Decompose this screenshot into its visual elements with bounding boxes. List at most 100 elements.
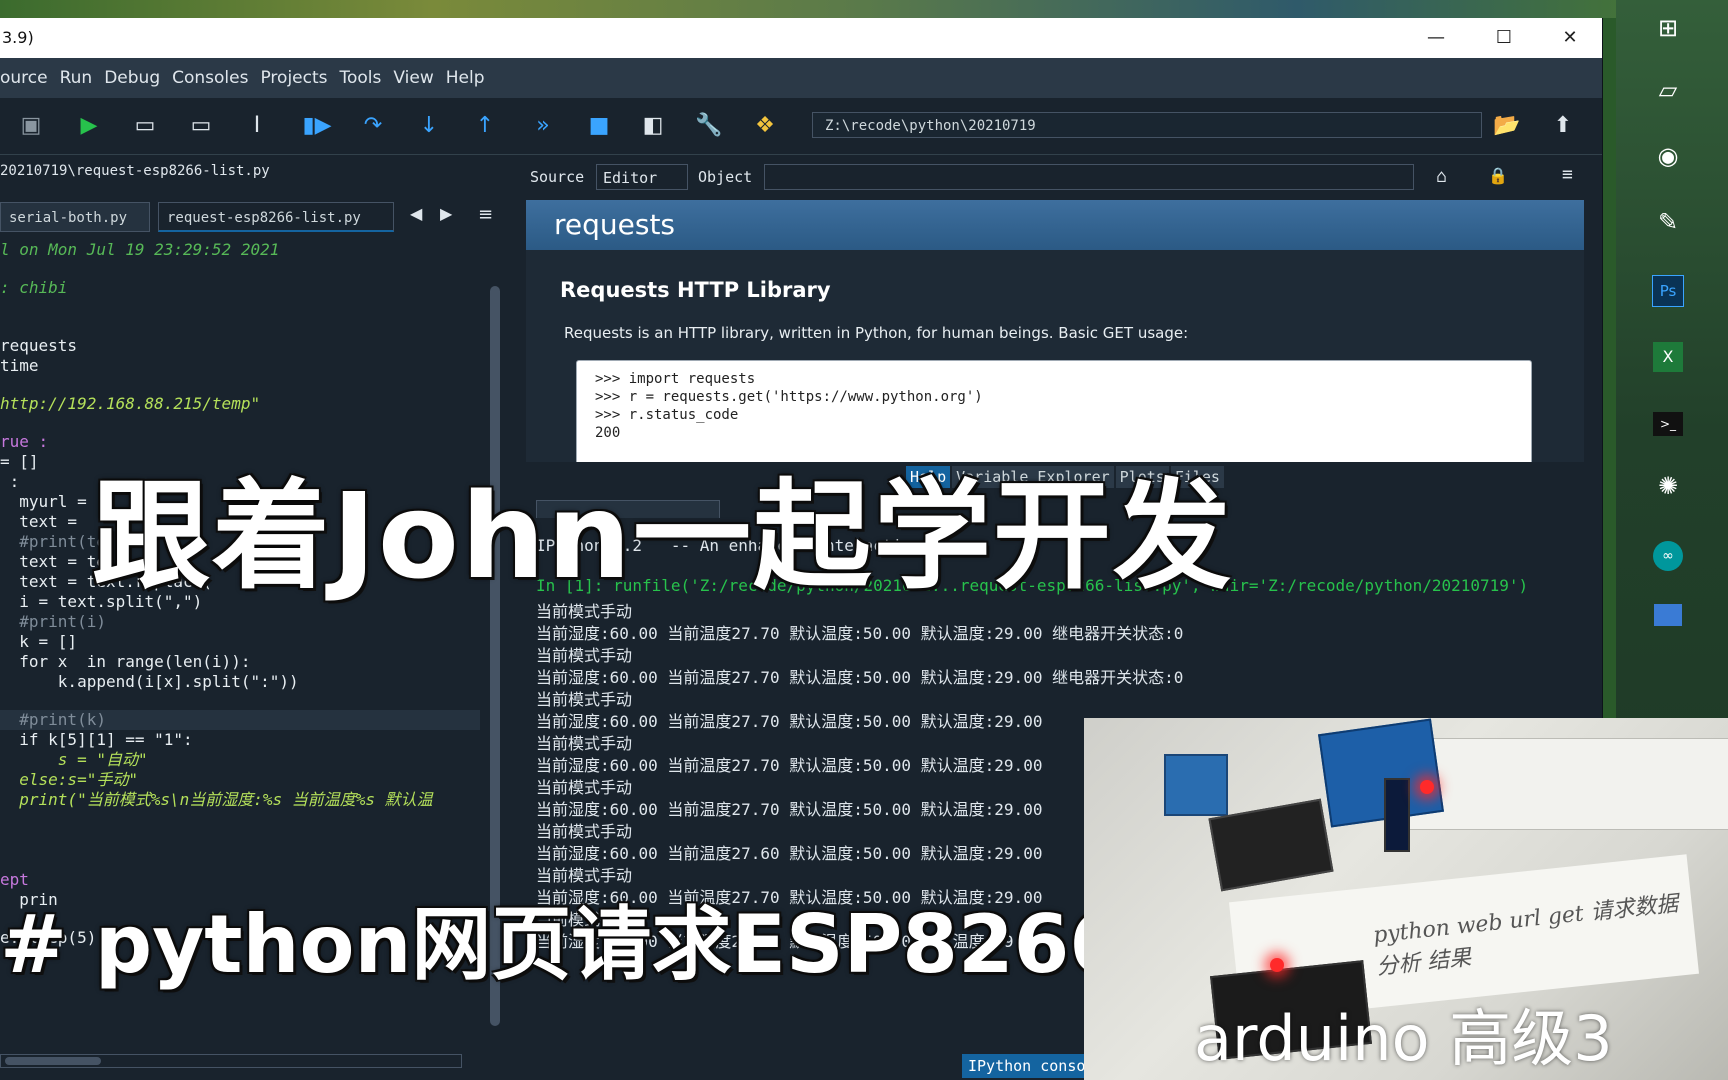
run-cell-advance-icon[interactable]: ▭ — [186, 112, 216, 140]
object-input[interactable] — [764, 164, 1414, 190]
code-line: requests — [0, 336, 78, 355]
console-output-line: 当前模式手动 — [536, 822, 633, 841]
code-line: http://192.168.88.215/temp" — [0, 394, 261, 413]
menu-bar: ource Run Debug Consoles Projects Tools View He… — [0, 58, 1602, 98]
options-menu-icon[interactable]: ≡ — [478, 204, 493, 225]
window-title: 3.9) — [2, 28, 34, 47]
working-directory-input[interactable]: Z:\recode\python\20210719 — [812, 112, 1482, 138]
maximize-button[interactable]: ☐ — [1484, 24, 1524, 52]
code-line: myurl = — [0, 492, 87, 511]
menu-tools[interactable]: Tools — [340, 68, 382, 88]
obs-icon[interactable]: ◉ — [1640, 134, 1696, 178]
help-source-bar: Source Editor Object ⌂ 🔒 ≡ — [522, 156, 1602, 198]
help-paragraph: Requests is an HTTP library, written in … — [564, 324, 1189, 342]
step-icon[interactable]: ↷ — [358, 112, 388, 140]
help-title: requests — [526, 200, 1584, 250]
red-led — [1420, 780, 1434, 794]
webcam-caption: arduino 高级3 — [1194, 1002, 1613, 1075]
arduino-icon[interactable]: ∞ — [1640, 530, 1696, 574]
console-output-line: 当前模式手动 — [536, 690, 633, 709]
lock-icon[interactable]: 🔒 — [1488, 166, 1508, 185]
step-return-icon[interactable]: ↑ — [470, 112, 500, 140]
menu-consoles[interactable]: Consoles — [172, 68, 248, 88]
debug-icon[interactable]: ▮▶ — [302, 112, 332, 140]
overlay-title: 跟着John一起学开发 — [92, 467, 1233, 605]
source-select[interactable]: Editor — [596, 164, 688, 190]
home-icon[interactable]: ⌂ — [1436, 166, 1447, 187]
code-line: : — [0, 472, 20, 491]
tab-scroll-right-icon[interactable]: ▶ — [440, 204, 452, 223]
options-menu-icon[interactable]: ≡ — [1562, 164, 1573, 185]
menu-debug[interactable]: Debug — [104, 68, 160, 88]
tab-serial-both[interactable]: serial-both.py × — [0, 202, 150, 256]
photoshop-icon[interactable]: Ps — [1640, 266, 1696, 310]
code-line: else:s="手动" — [0, 770, 138, 789]
code-line: l on Mon Jul 19 23:29:52 2021 — [0, 240, 280, 259]
stop-icon[interactable]: ■ — [584, 112, 614, 140]
scroll-thumb[interactable] — [5, 1057, 101, 1065]
help-code-line: >>> r.status_code — [595, 407, 739, 423]
editor-file-path: 20210719\request-esp8266-list.py — [0, 156, 514, 186]
python-path-icon[interactable]: ❖ — [750, 112, 780, 140]
settings-wrench-icon[interactable]: 🔧 — [694, 112, 724, 140]
tab-ipython-console[interactable]: IPython consol — [962, 1054, 1101, 1078]
open-folder-icon[interactable]: 📂 — [1492, 112, 1522, 140]
tablet-icon[interactable]: ▱ — [1640, 68, 1696, 112]
menu-help[interactable]: Help — [446, 68, 485, 88]
windows-icon[interactable]: ⊞ — [1640, 6, 1696, 50]
help-body: Requests HTTP Library Requests is an HTT… — [526, 250, 1584, 462]
menu-source[interactable]: ource — [0, 68, 48, 88]
code-line: k = [] — [0, 632, 78, 651]
app-icon[interactable] — [1640, 596, 1696, 640]
help-code-line: >>> r = requests.get('https://www.python… — [595, 389, 983, 405]
minimize-button[interactable]: — — [1416, 24, 1456, 52]
console-output-line: 当前模式手动 — [536, 734, 633, 753]
menu-view[interactable]: View — [393, 68, 433, 88]
console-output-line: 当前湿度:60.00 当前温度27.60 默认温度:50.00 默认温度:29.… — [536, 844, 1043, 863]
code-line: if k[5][1] == "1": — [0, 730, 193, 749]
tab-label: serial-both.py — [9, 210, 128, 226]
console-output-line: 当前湿度:60.00 当前温度27.70 默认温度:50.00 默认温度:29.… — [536, 800, 1043, 819]
run-selection-icon[interactable]: I — [242, 112, 272, 140]
code-line: #print(te — [0, 532, 106, 551]
console-output-line: 当前模式手动 — [536, 778, 633, 797]
relay-module — [1164, 754, 1228, 816]
network-icon[interactable]: ✺ — [1640, 464, 1696, 508]
code-line: s = "自动" — [0, 750, 148, 769]
help-code-line: >>> import requests — [595, 371, 756, 387]
object-label: Object — [698, 168, 753, 186]
console-output-line: 当前湿度:60.00 当前温度27.70 默认温度:50.00 默认温度:29.… — [536, 668, 1184, 687]
run-icon[interactable]: ▶ — [74, 112, 104, 140]
code-line: text = te — [0, 552, 106, 571]
title-bar: 3.9) — ☐ ✕ — [0, 18, 1602, 58]
parent-dir-icon[interactable]: ⬆ — [1548, 112, 1578, 140]
code-line: for x in range(len(i)): — [0, 652, 251, 671]
code-line-current: #print(k) — [0, 710, 480, 730]
arduino-board — [1318, 718, 1444, 828]
red-led — [1270, 958, 1284, 972]
code-line: k.append(i[x].split(":")) — [0, 672, 299, 691]
toolbar: ▣ ▶ ▭ ▭ I ▮▶ ↷ ↓ ↑ » ■ ◧ 🔧 ❖ Z:\recode\p… — [0, 98, 1602, 155]
help-code-line: 200 — [595, 425, 621, 441]
editor-horizontal-scrollbar[interactable] — [0, 1054, 462, 1068]
menu-run[interactable]: Run — [60, 68, 93, 88]
save-icon[interactable]: ▣ — [16, 112, 46, 140]
tab-scroll-left-icon[interactable]: ◀ — [410, 204, 422, 223]
run-cell-icon[interactable]: ▭ — [130, 112, 160, 140]
code-line: time — [0, 356, 39, 375]
code-line: = [] — [0, 452, 39, 471]
tab-label: request-esp8266-list.py — [167, 210, 361, 226]
excel-icon[interactable]: X — [1640, 332, 1696, 376]
menu-projects[interactable]: Projects — [260, 68, 327, 88]
close-button[interactable]: ✕ — [1550, 24, 1590, 52]
code-line: rue : — [0, 432, 49, 451]
source-label: Source — [530, 168, 585, 186]
maximize-pane-icon[interactable]: ◧ — [638, 112, 668, 140]
console-output-line: 当前湿度:60.00 当前温度27.70 默认温度:50.00 默认温度:29.… — [536, 712, 1043, 731]
tab-request-esp8266-list[interactable]: request-esp8266-list.py × — [158, 202, 394, 256]
continue-icon[interactable]: » — [528, 112, 558, 140]
terminal-icon[interactable]: >_ — [1640, 398, 1696, 442]
notes-icon[interactable]: ✎ — [1640, 200, 1696, 244]
console-output-line: 当前湿度:60.00 当前温度27.70 默认温度:50.00 默认温度:29.… — [536, 756, 1043, 775]
step-into-icon[interactable]: ↓ — [414, 112, 444, 140]
